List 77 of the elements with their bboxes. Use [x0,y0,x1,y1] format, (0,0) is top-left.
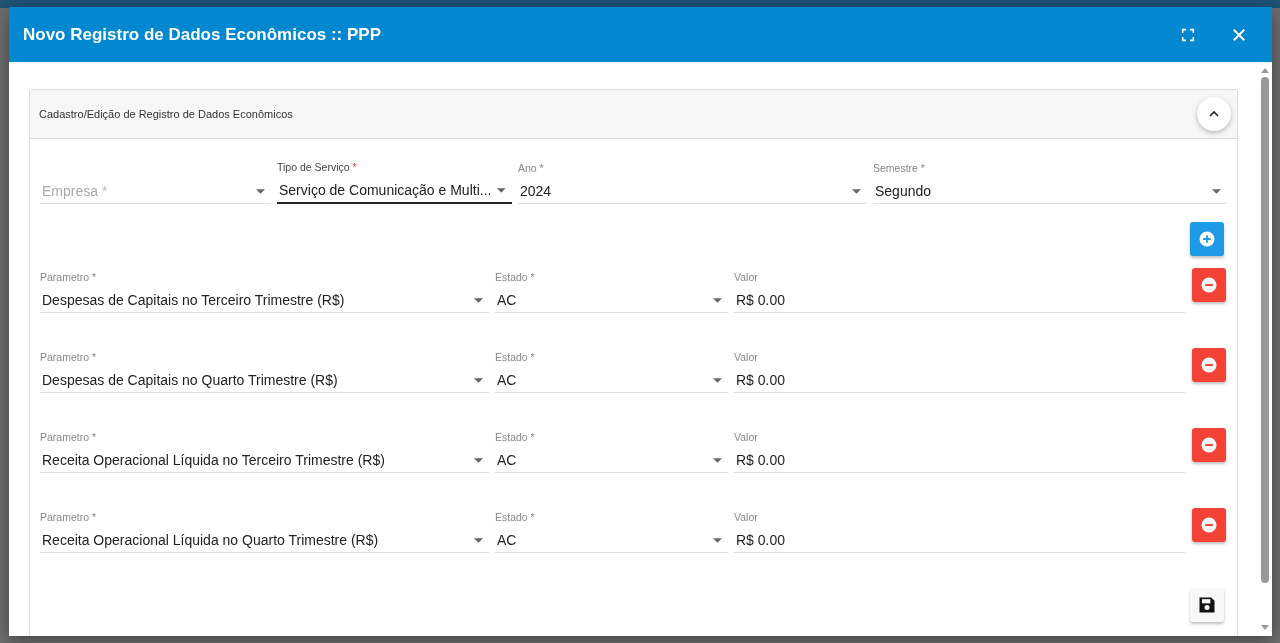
save-button[interactable] [1190,588,1224,622]
select-field[interactable]: Ano * 2024 [518,161,867,204]
dropdown-caret-icon [713,377,722,383]
field-value: AC [496,532,518,548]
field-value: Despesas de Capitais no Terceiro Trimestre (R$) [41,292,346,308]
field-label: Parametro * [40,431,98,445]
remove-button[interactable] [1192,428,1226,462]
remove-button[interactable] [1192,268,1226,302]
field-value: AC [496,372,518,388]
field-label: Parametro * [40,351,98,365]
dropdown-caret-icon [713,457,722,463]
dropdown-caret-icon [1212,188,1221,194]
fullscreen-icon[interactable] [1180,26,1196,43]
select-field[interactable]: Estado * AC [495,351,728,393]
scroll-up-icon[interactable] [1261,68,1269,73]
field-value: Despesas de Capitais no Quarto Trimestre (R$) [41,372,339,388]
scrollbar-thumb[interactable] [1261,77,1269,583]
dropdown-caret-icon [713,537,722,543]
field-value: AC [496,452,518,468]
input-field[interactable]: Valor R$ 0.00 [734,431,1185,473]
select-field[interactable]: Semestre * Segundo [873,161,1227,204]
dropdown-caret-icon [474,297,483,303]
dropdown-caret-icon [713,297,722,303]
dropdown-caret-icon [474,377,483,383]
dropdown-caret-icon [474,537,483,543]
field-value: R$ 0.00 [735,532,787,548]
field-label: Parametro * [40,271,98,285]
field-label: Valor [734,351,759,365]
select-field[interactable]: Tipo de Serviço * Serviço de Comunicação e Multi... [277,161,512,204]
save-icon [1197,595,1217,615]
field-label: Valor [734,431,759,445]
field-label: Estado * [495,271,536,285]
input-field[interactable]: Valor R$ 0.00 [734,271,1185,313]
add-button[interactable] [1190,222,1224,256]
select-field[interactable]: Parametro * Despesas de Capitais no Terceiro Trimestre (R$) [40,271,489,313]
dropdown-caret-icon [852,188,861,194]
field-label: Estado * [495,351,536,365]
field-label: Valor [734,271,759,285]
minus-circle-icon [1200,436,1218,454]
field-label: Tipo de Serviço * [277,161,358,175]
input-field[interactable]: Valor R$ 0.00 [734,511,1185,553]
field-value: AC [496,292,518,308]
field-label: Estado * [495,511,536,525]
select-field[interactable]: Parametro * Despesas de Capitais no Quarto Trimestre (R$) [40,351,489,393]
minus-circle-icon [1200,356,1218,374]
field-value: Receita Operacional Líquida no Quarto Trimestre (R$) [41,532,380,548]
card-title: Cadastro/Edição de Registro de Dados Econômicos [39,108,294,120]
dialog-title: Novo Registro de Dados Econômicos :: PPP [23,24,382,45]
field-placeholder: Empresa * [41,183,109,199]
field-label: Ano * [518,162,545,176]
scroll-down-icon[interactable] [1261,625,1269,630]
field-value: Segundo [874,183,933,199]
field-label: Estado * [495,431,536,445]
collapse-button[interactable] [1197,97,1231,131]
remove-button[interactable] [1192,508,1226,542]
select-field[interactable]: Estado * AC [495,271,728,313]
minus-circle-icon [1200,516,1218,534]
field-value: 2024 [519,183,553,199]
field-label: Valor [734,511,759,525]
dropdown-caret-icon [497,187,506,193]
field-value: Serviço de Comunicação e Multi... [278,182,492,198]
field-label: Parametro * [40,511,98,525]
plus-circle-icon [1198,230,1216,248]
select-field[interactable]: Estado * AC [495,511,728,553]
input-field[interactable]: Valor R$ 0.00 [734,351,1185,393]
select-field[interactable]: Parametro * Receita Operacional Líquida no Quarto Trimestre (R$) [40,511,489,553]
field-value: Receita Operacional Líquida no Terceiro Trimestre (R$) [41,452,386,468]
minus-circle-icon [1200,276,1218,294]
select-field[interactable]: Parametro * Receita Operacional Líquida no Terceiro Trimestre (R$) [40,431,489,473]
select-field[interactable]: Estado * AC [495,431,728,473]
remove-button[interactable] [1192,348,1226,382]
field-value: R$ 0.00 [735,372,787,388]
dropdown-caret-icon [256,188,265,194]
field-value: R$ 0.00 [735,452,787,468]
field-value: R$ 0.00 [735,292,787,308]
field-label: Semestre * [873,162,926,176]
dropdown-caret-icon [474,457,483,463]
